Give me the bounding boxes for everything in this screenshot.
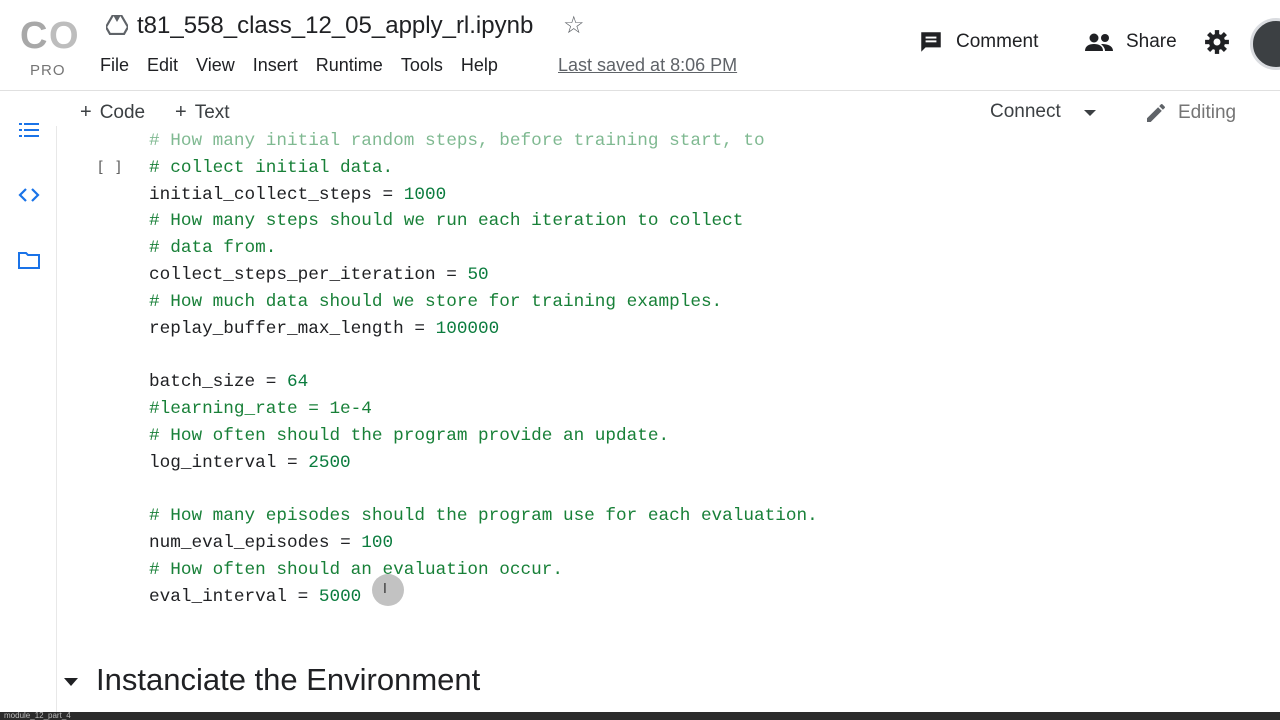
code-comment: # How many initial random steps, before …: [149, 131, 765, 151]
editing-label: Editing: [1178, 102, 1237, 123]
number-literal: 100000: [435, 318, 500, 339]
menu-file[interactable]: File: [100, 55, 129, 76]
code-comment: #learning_rate = 1e-4: [149, 398, 372, 419]
add-code-label: Code: [99, 102, 146, 123]
menu-insert[interactable]: Insert: [253, 55, 298, 76]
number-literal: 1000: [403, 184, 447, 205]
comment-button[interactable]: Comment: [918, 29, 1038, 55]
collapse-section-icon[interactable]: [64, 678, 78, 686]
code-comment: # How much data should we store for trai…: [149, 291, 723, 312]
text-cursor-icon: I: [383, 582, 387, 597]
user-avatar[interactable]: [1250, 18, 1280, 70]
number-literal: 64: [287, 372, 309, 393]
assign-operator: =: [329, 532, 362, 553]
code-snippets-icon[interactable]: [17, 183, 41, 207]
menu-tools[interactable]: Tools: [401, 55, 443, 76]
assign-operator: =: [276, 452, 309, 473]
variable-name: batch_size: [149, 372, 256, 393]
people-icon: [1085, 33, 1113, 51]
editing-mode-button[interactable]: Editing: [1144, 101, 1236, 125]
variable-name: log_interval: [149, 452, 277, 473]
code-line: # How many initial random steps, before …: [149, 128, 818, 155]
variable-name: replay_buffer_max_length: [149, 318, 404, 339]
notebook-title[interactable]: t81_558_class_12_05_apply_rl.ipynb: [137, 12, 533, 40]
taskbar: [0, 712, 1280, 720]
share-label: Share: [1126, 31, 1177, 52]
rail-divider: [56, 126, 57, 720]
comment-label: Comment: [956, 31, 1039, 52]
folder-icon[interactable]: [17, 248, 41, 272]
taskbar-tab[interactable]: module_12_part_4: [4, 711, 71, 720]
menu-view[interactable]: View: [196, 55, 235, 76]
number-literal: 50: [467, 264, 489, 285]
code-line: collect_steps_per_iteration = 50: [149, 262, 818, 289]
code-line: # collect initial data.: [149, 155, 818, 182]
variable-name: num_eval_episodes: [149, 532, 330, 553]
code-line: log_interval = 2500: [149, 450, 818, 477]
connect-button[interactable]: Connect: [990, 101, 1061, 123]
gear-icon[interactable]: [1204, 29, 1230, 55]
colab-pro-logo[interactable]: C O PRO: [18, 12, 84, 79]
drive-icon[interactable]: [106, 15, 128, 35]
code-comment: # How often should an evaluation occur.: [149, 559, 563, 580]
last-saved-link[interactable]: Last saved at 8:06 PM: [558, 55, 737, 76]
code-line: initial_collect_steps = 1000: [149, 182, 818, 209]
variable-name: initial_collect_steps: [149, 184, 372, 205]
code-comment: # How many episodes should the program u…: [149, 506, 818, 527]
run-cell-button[interactable]: [ ]: [96, 158, 123, 176]
code-editor[interactable]: # How many initial random steps, before …: [149, 128, 818, 610]
number-literal: 5000: [318, 586, 362, 607]
star-icon[interactable]: ☆: [563, 12, 585, 40]
code-line: # How many episodes should the program u…: [149, 503, 818, 530]
code-comment: # How often should the program provide a…: [149, 425, 670, 446]
assign-operator: =: [435, 264, 468, 285]
code-line: batch_size = 64: [149, 369, 818, 396]
share-button[interactable]: Share: [1084, 29, 1177, 55]
menu-bar: File Edit View Insert Runtime Tools Help: [100, 55, 516, 76]
number-literal: 2500: [308, 452, 351, 473]
plus-icon: +: [175, 101, 187, 123]
header-divider: [0, 90, 1280, 91]
mouse-cursor-highlight: [372, 574, 404, 606]
add-text-label: Text: [194, 102, 230, 123]
pencil-icon: [1147, 104, 1165, 122]
svg-text:C: C: [20, 15, 47, 54]
code-line: # How often should the program provide a…: [149, 423, 818, 450]
code-line: # How much data should we store for trai…: [149, 289, 818, 316]
menu-help[interactable]: Help: [461, 55, 498, 76]
assign-operator: =: [287, 586, 319, 607]
code-line: replay_buffer_max_length = 100000: [149, 316, 818, 343]
add-text-button[interactable]: + Text: [175, 101, 230, 124]
variable-name: eval_interval: [149, 586, 287, 607]
add-code-button[interactable]: + Code: [80, 101, 145, 124]
code-comment: # data from.: [149, 238, 277, 259]
comment-icon: [921, 32, 941, 52]
code-comment: # collect initial data.: [149, 157, 394, 178]
assign-operator: =: [403, 318, 436, 339]
number-literal: 100: [361, 532, 394, 553]
code-line: eval_interval = 5000: [149, 584, 818, 611]
svg-text:O: O: [49, 15, 79, 54]
pro-label: PRO: [30, 62, 66, 79]
colab-logo-icon: C O: [20, 15, 79, 54]
table-of-contents-icon[interactable]: [17, 118, 41, 142]
section-heading: Instanciate the Environment: [96, 662, 481, 697]
code-line: # How many steps should we run each iter…: [149, 208, 818, 235]
code-line: # data from.: [149, 235, 818, 262]
assign-operator: =: [371, 184, 404, 205]
code-line: num_eval_episodes = 100: [149, 530, 818, 557]
code-line: #learning_rate = 1e-4: [149, 396, 818, 423]
menu-edit[interactable]: Edit: [147, 55, 178, 76]
code-comment: # How many steps should we run each iter…: [149, 211, 744, 232]
assign-operator: =: [255, 372, 287, 393]
menu-runtime[interactable]: Runtime: [316, 55, 383, 76]
code-line: # How often should an evaluation occur.: [149, 557, 818, 584]
variable-name: collect_steps_per_iteration: [149, 264, 436, 285]
plus-icon: +: [80, 101, 92, 123]
connect-dropdown-icon[interactable]: [1084, 110, 1096, 116]
